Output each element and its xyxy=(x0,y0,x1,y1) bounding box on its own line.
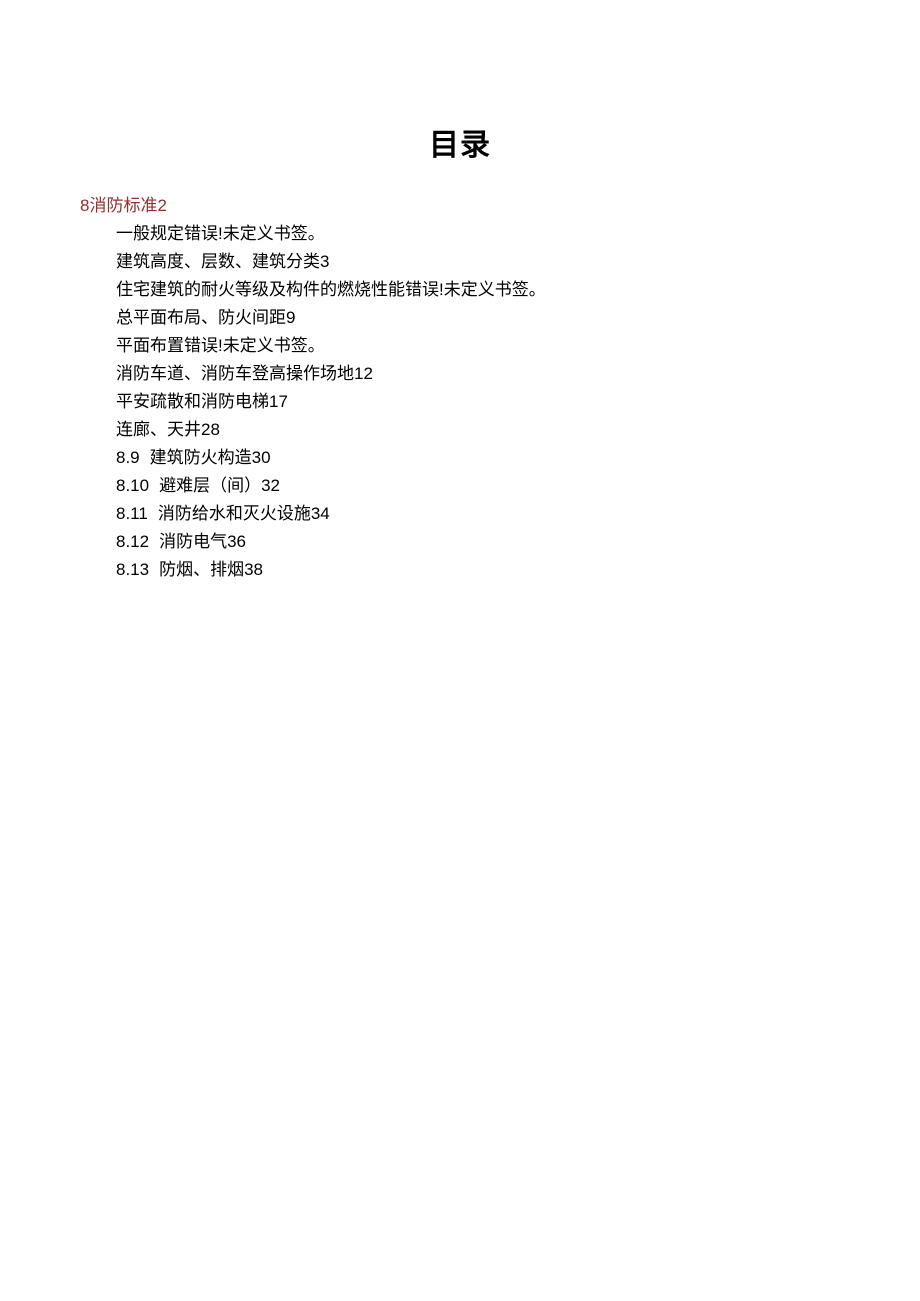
toc-entry-label: 消防给水和灭火设施 xyxy=(158,504,311,523)
toc-entry-prefix: 8.12 xyxy=(116,532,149,551)
toc-entry-label: 平安疏散和消防电梯 xyxy=(116,392,269,411)
toc-entry-page: 错误!未定义书签。 xyxy=(405,280,546,299)
toc-entry-page: 3 xyxy=(320,252,329,271)
toc-entry[interactable]: 8.9 建筑防火构造30 xyxy=(116,444,840,472)
toc-entry[interactable]: 住宅建筑的耐火等级及构件的燃烧性能错误!未定义书签。 xyxy=(116,276,840,304)
toc-entry-label: 消防电气 xyxy=(159,532,227,551)
toc-entry[interactable]: 总平面布局、防火间距9 xyxy=(116,304,840,332)
toc-entry-page: 32 xyxy=(261,476,280,495)
toc-entry-page: 38 xyxy=(244,560,263,579)
toc-entry-page: 17 xyxy=(269,392,288,411)
toc-entry-prefix: 8.13 xyxy=(116,560,149,579)
toc-entry-label: 总平面布局、防火间距 xyxy=(116,308,286,327)
toc-entry-page: 34 xyxy=(311,504,330,523)
toc-entry[interactable]: 8.12 消防电气36 xyxy=(116,528,840,556)
toc-entry-label: 建筑高度、层数、建筑分类 xyxy=(116,252,320,271)
toc-entry-page: 错误!未定义书签。 xyxy=(184,336,325,355)
chapter-label: 消防标准 xyxy=(89,196,157,215)
toc-entry-page: 28 xyxy=(201,420,220,439)
toc-entry-prefix: 8.9 xyxy=(116,448,140,467)
toc-entry-label: 防烟、排烟 xyxy=(159,560,244,579)
toc-entry[interactable]: 平安疏散和消防电梯17 xyxy=(116,388,840,416)
toc-entry-label: 消防车道、消防车登高操作场地 xyxy=(116,364,354,383)
document-page: 目录 8消防标准2 一般规定错误!未定义书签。 建筑高度、层数、建筑分类3 住宅… xyxy=(0,0,920,1301)
toc-entry-label: 平面布置 xyxy=(116,336,184,355)
toc-chapter-line[interactable]: 8消防标准2 xyxy=(80,192,840,220)
toc-entry-page: 30 xyxy=(252,448,271,467)
toc-entry-label: 建筑防火构造 xyxy=(150,448,252,467)
toc-entry[interactable]: 消防车道、消防车登高操作场地12 xyxy=(116,360,840,388)
toc-entry-label: 住宅建筑的耐火等级及构件的燃烧性能 xyxy=(116,280,405,299)
toc-entry[interactable]: 连廊、天井28 xyxy=(116,416,840,444)
toc-sub-list: 一般规定错误!未定义书签。 建筑高度、层数、建筑分类3 住宅建筑的耐火等级及构件… xyxy=(116,220,840,584)
toc-entry-label: 连廊、天井 xyxy=(116,420,201,439)
page-title: 目录 xyxy=(80,120,840,164)
toc-entry-page: 9 xyxy=(286,308,295,327)
chapter-page: 2 xyxy=(157,196,166,215)
toc-entry-page: 12 xyxy=(354,364,373,383)
toc-entry[interactable]: 建筑高度、层数、建筑分类3 xyxy=(116,248,840,276)
toc-entry[interactable]: 平面布置错误!未定义书签。 xyxy=(116,332,840,360)
toc-entry-prefix: 8.10 xyxy=(116,476,149,495)
toc-entry-label: 避难层（间） xyxy=(159,476,261,495)
toc-entry[interactable]: 8.10 避难层（间）32 xyxy=(116,472,840,500)
toc-entry-page: 36 xyxy=(227,532,246,551)
toc-entry-label: 一般规定 xyxy=(116,224,184,243)
toc-entry-prefix: 8.11 xyxy=(116,504,148,523)
toc-entry[interactable]: 一般规定错误!未定义书签。 xyxy=(116,220,840,248)
toc-entry[interactable]: 8.11 消防给水和灭火设施34 xyxy=(116,500,840,528)
toc-entry-page: 错误!未定义书签。 xyxy=(184,224,325,243)
toc-entry[interactable]: 8.13 防烟、排烟38 xyxy=(116,556,840,584)
